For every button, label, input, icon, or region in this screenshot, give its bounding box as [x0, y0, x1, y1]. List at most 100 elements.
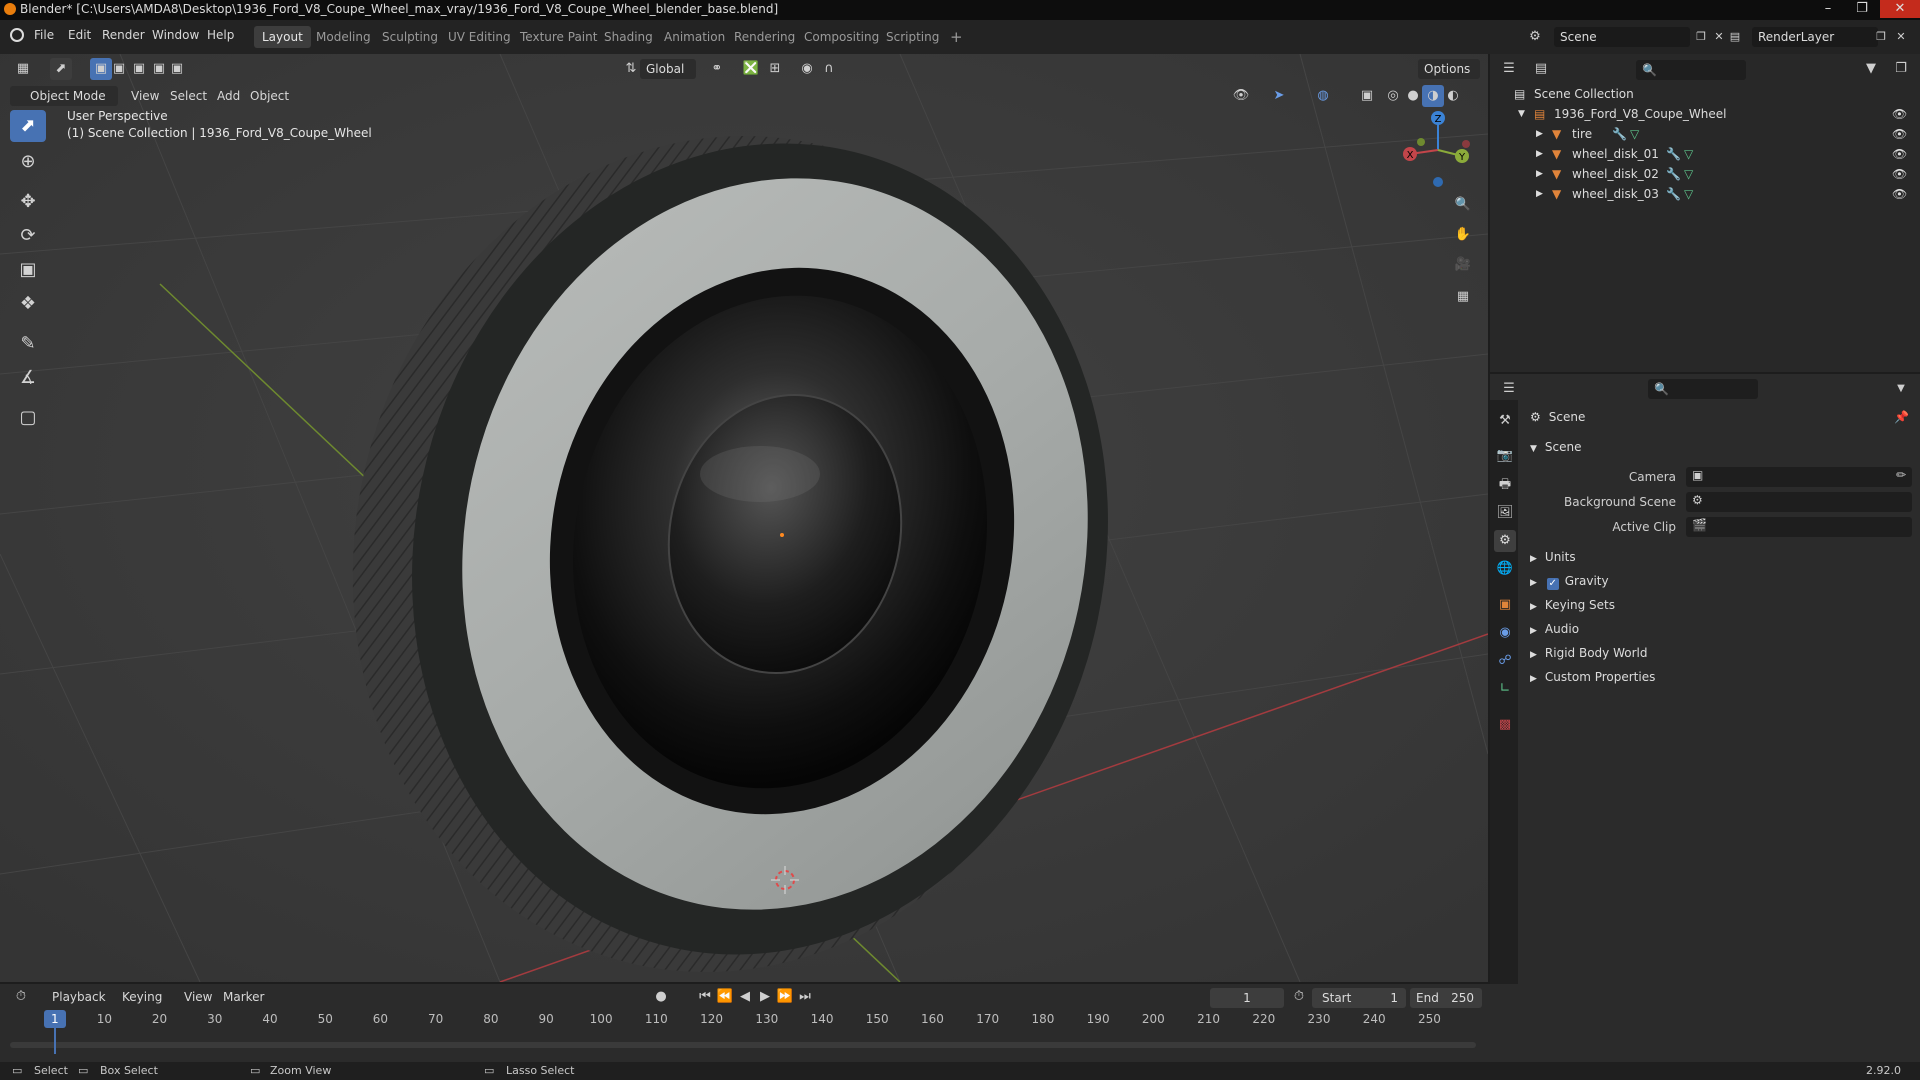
measure-tool-icon[interactable]: ∡ [10, 362, 46, 394]
new-renderlayer-icon[interactable]: ❐ [1870, 26, 1892, 48]
timeline-editor-type-icon[interactable]: ⏱ [10, 986, 32, 1008]
snap-target-icon[interactable]: ⊞ [764, 58, 786, 80]
display-mode-icon[interactable]: ▤ [1530, 58, 1552, 80]
scene-icon[interactable]: ⚙ [1524, 26, 1546, 48]
tab-sculpting[interactable]: Sculpting [374, 26, 446, 48]
eyedropper-icon[interactable]: ✏ [1896, 468, 1906, 482]
gravity-checkbox[interactable]: ✓ [1546, 578, 1559, 590]
record-icon[interactable]: ● [650, 986, 672, 1008]
view-layer-tab-icon[interactable]: 🖼 [1494, 502, 1516, 524]
cursor-tool-icon[interactable]: ⊕ [10, 146, 46, 178]
tab-texture-paint[interactable]: Texture Paint [512, 26, 605, 48]
mesh-data-icon[interactable]: ▽ [1630, 124, 1639, 144]
navigation-gizmo[interactable]: Z X Y [1388, 104, 1488, 194]
timeline-view-menu[interactable]: View [184, 986, 212, 1008]
play-icon[interactable]: ▶ [754, 986, 776, 1008]
current-frame-field[interactable]: 1 [1210, 988, 1284, 1008]
zoom-icon[interactable]: 🔍 [1452, 194, 1474, 216]
texture-tab-icon[interactable]: ▩ [1494, 714, 1516, 736]
playback-menu[interactable]: Playback [52, 986, 106, 1008]
tab-shading[interactable]: Shading [596, 26, 661, 48]
visibility-eye-icon[interactable]: 👁 [1892, 124, 1907, 144]
move-tool-icon[interactable]: ✥ [10, 186, 46, 218]
physics-tab-icon[interactable]: ◉ [1494, 622, 1516, 644]
outliner-item-wheel-disk-03[interactable]: ▶ ▼ wheel_disk_03 🔧 ▽ 👁 [1490, 184, 1920, 204]
gravity-panel[interactable]: ▶ ✓ Gravity [1530, 570, 1609, 592]
transform-tool-icon[interactable]: ❖ [10, 288, 46, 320]
audio-panel[interactable]: ▶ Audio [1530, 618, 1579, 640]
expand-down-icon[interactable]: ▼ [1518, 104, 1525, 124]
view-layer-icon[interactable]: ▤ [1724, 26, 1746, 48]
outliner-editor-type-icon[interactable]: ☰ [1498, 58, 1520, 80]
camera-field[interactable]: ▣ ✏ [1686, 467, 1912, 487]
visibility-eye-icon[interactable]: 👁 [1892, 104, 1907, 124]
jump-start-icon[interactable]: ⏮ [694, 986, 716, 1008]
scale-tool-icon[interactable]: ▣ [10, 254, 46, 286]
select-mode-intersect-icon[interactable]: ▣ [166, 58, 188, 80]
tool-tab-icon[interactable]: ⚒ [1494, 410, 1516, 432]
expand-right-icon[interactable]: ▶ [1536, 164, 1543, 184]
menu-render[interactable]: Render [102, 28, 145, 42]
viewport-menu-object[interactable]: Object [250, 85, 289, 107]
add-cube-tool-icon[interactable]: ▢ [10, 402, 46, 434]
modifier-wrench-icon[interactable]: 🔧 [1666, 144, 1681, 164]
orientation-dropdown[interactable]: Global [640, 59, 696, 79]
viewport-menu-view[interactable]: View [131, 85, 159, 107]
render-tab-icon[interactable]: 📷 [1494, 445, 1516, 467]
pivot-point-icon[interactable]: ⚭ [706, 58, 728, 80]
mesh-data-icon[interactable]: ▽ [1684, 164, 1693, 184]
scene-tab-icon[interactable]: ⚙ [1494, 530, 1516, 552]
marker-menu[interactable]: Marker [223, 986, 264, 1008]
3d-viewport[interactable] [0, 54, 1488, 982]
menu-file[interactable]: File [34, 28, 54, 42]
blender-menu-icon[interactable] [10, 28, 24, 42]
properties-editor-type-icon[interactable]: ☰ [1498, 378, 1520, 400]
modifier-wrench-icon[interactable]: 🔧 [1666, 164, 1681, 184]
visibility-icon[interactable]: 👁 [1230, 85, 1252, 107]
active-clip-field[interactable]: 🎬 [1686, 517, 1912, 537]
mesh-data-icon[interactable]: ▽ [1684, 144, 1693, 164]
data-tab-icon[interactable]: ∟ [1494, 678, 1516, 700]
outliner-item-wheel-disk-02[interactable]: ▶ ▼ wheel_disk_02 🔧 ▽ 👁 [1490, 164, 1920, 184]
perspective-toggle-icon[interactable]: ▦ [1452, 286, 1474, 308]
tab-animation[interactable]: Animation [656, 26, 733, 48]
play-reverse-icon[interactable]: ◀ [734, 986, 756, 1008]
prev-keyframe-icon[interactable]: ⏪ [714, 986, 736, 1008]
properties-search-input[interactable]: 🔍 [1648, 379, 1758, 399]
renderlayer-selector[interactable]: RenderLayer [1752, 27, 1878, 47]
pan-hand-icon[interactable]: ✋ [1452, 224, 1474, 246]
outliner-item-tire[interactable]: ▶ ▼ tire 🔧 ▽ 👁 [1490, 124, 1920, 144]
viewport-menu-select[interactable]: Select [170, 85, 207, 107]
jump-end-icon[interactable]: ⏭ [794, 986, 816, 1008]
scene-panel-header[interactable]: ▼ Scene [1530, 436, 1582, 458]
transform-orientation-icon[interactable]: ⇅ [620, 58, 642, 80]
visibility-eye-icon[interactable]: 👁 [1892, 164, 1907, 184]
snap-icon[interactable]: ❎ [740, 58, 762, 80]
expand-right-icon[interactable]: ▶ [1536, 144, 1543, 164]
start-frame-field[interactable]: Start 1 [1312, 988, 1406, 1008]
tab-compositing[interactable]: Compositing [796, 26, 887, 48]
modifier-wrench-icon[interactable]: 🔧 [1612, 124, 1627, 144]
minimize-button[interactable]: – [1812, 0, 1844, 18]
tab-modeling[interactable]: Modeling [308, 26, 379, 48]
visibility-eye-icon[interactable]: 👁 [1892, 184, 1907, 204]
rotate-tool-icon[interactable]: ⟳ [10, 220, 46, 252]
output-tab-icon[interactable]: 🖶 [1494, 474, 1516, 496]
new-collection-icon[interactable]: ❐ [1890, 58, 1912, 80]
custom-properties-panel[interactable]: ▶ Custom Properties [1530, 666, 1655, 688]
menu-window[interactable]: Window [152, 28, 199, 42]
pin-icon[interactable]: 📌 [1894, 410, 1909, 424]
tab-layout[interactable]: Layout [254, 26, 311, 48]
maximize-button[interactable]: ❐ [1846, 0, 1878, 18]
mode-dropdown[interactable]: Object Mode [10, 86, 118, 106]
outliner-collection[interactable]: ▼ ▤ 1936_Ford_V8_Coupe_Wheel 👁 [1490, 104, 1920, 124]
scene-selector[interactable]: Scene [1554, 27, 1690, 47]
keying-menu[interactable]: Keying [122, 986, 162, 1008]
falloff-icon[interactable]: ∩ [818, 58, 840, 80]
background-scene-field[interactable]: ⚙ [1686, 492, 1912, 512]
tab-scripting[interactable]: Scripting [878, 26, 947, 48]
xray-icon[interactable]: ▣ [1356, 85, 1378, 107]
camera-view-icon[interactable]: 🎥 [1452, 254, 1474, 276]
select-mode-extend-icon[interactable]: ▣ [108, 58, 130, 80]
clock-icon[interactable]: ⏱ [1288, 986, 1310, 1008]
